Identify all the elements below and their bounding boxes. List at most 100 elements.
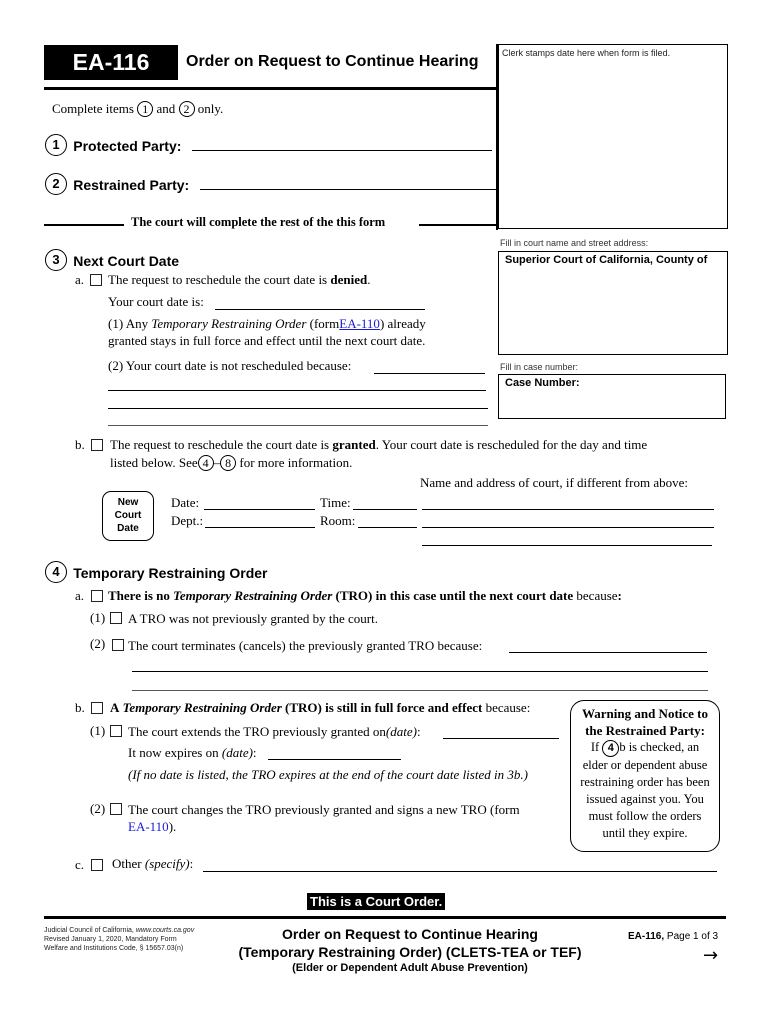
terminate-reason-field-2[interactable]	[132, 671, 708, 672]
clerk-stamp-label: Clerk stamps date here when form is file…	[502, 48, 671, 58]
p1-form-open: (form	[309, 316, 340, 331]
court-order-banner: This is a Court Order.	[307, 893, 446, 910]
reason-field-3[interactable]	[108, 408, 488, 409]
footer-title-1: Order on Request to Continue Hearing	[282, 926, 538, 942]
4b-bold1: A	[110, 700, 120, 715]
divider-line-right	[419, 224, 498, 226]
restrained-party-label: Restrained Party:	[73, 177, 190, 194]
new-time-field[interactable]	[353, 509, 417, 510]
p1-suffix: ) already	[379, 316, 426, 331]
item-number-icon: 1	[137, 101, 154, 117]
4b-opt1-checkbox[interactable]	[110, 725, 122, 737]
warning-line1: If 4b is checked, an	[571, 739, 719, 757]
court-date-field[interactable]	[215, 309, 425, 310]
item-4c-text: Other (specify):	[112, 856, 193, 872]
warning-title: Warning and Notice to the Restrained Par…	[571, 705, 719, 739]
warning-title-line2: the Restrained Party:	[585, 723, 705, 738]
item-4b-letter: b.	[75, 700, 85, 715]
alt-court-address-field-2[interactable]	[422, 527, 714, 528]
4b-opt2-checkbox[interactable]	[110, 803, 122, 815]
item-3b-checkbox[interactable]	[91, 439, 103, 451]
other-specify-field[interactable]	[203, 871, 717, 872]
warning-notice-box: Warning and Notice to the Restrained Par…	[570, 700, 720, 852]
item-number-icon: 1	[45, 134, 67, 156]
case-number-label: Case Number:	[505, 377, 580, 389]
page-indicator: EA-116, Page 1 of 3	[628, 931, 718, 942]
warning-line3: restraining order has been	[580, 775, 710, 789]
reason-field-2[interactable]	[108, 390, 486, 391]
item-3b-text: The request to reschedule the court date…	[110, 437, 647, 453]
item-3a-1-line1: (1) Any Temporary Restraining Order (for…	[108, 316, 426, 332]
item-3a-checkbox[interactable]	[90, 274, 102, 286]
court-completes-notice: The court will complete the rest of the …	[131, 215, 386, 229]
clerk-stamp-box	[498, 44, 728, 229]
item-4-heading: 4 Temporary Restraining Order	[45, 561, 268, 583]
footer-legal-info: Judicial Council of California, www.cour…	[44, 926, 194, 953]
tro-expires-date-field[interactable]	[268, 759, 401, 760]
item-number-icon: 4	[197, 455, 214, 471]
alt-court-address-label: Name and address of court, if different …	[420, 475, 688, 490]
item-number-icon: 2	[45, 173, 67, 195]
ea-110-link-2[interactable]: EA-110	[128, 819, 169, 834]
tro-expiry-note: (If no date is listed, the TRO expires a…	[128, 767, 528, 782]
item-3a-2-label: (2) Your court date is not rescheduled b…	[108, 358, 352, 373]
item-1: 1 Protected Party:	[45, 134, 181, 156]
4a-normal: because	[576, 588, 618, 603]
expires-date-hint: (date)	[221, 745, 253, 760]
intro-text: Complete items 1 and 2 only.	[52, 101, 223, 117]
next-page-arrow-icon[interactable]: →	[703, 945, 718, 966]
alt-court-address-field-1[interactable]	[422, 509, 714, 510]
item-number-icon: 4	[45, 561, 67, 583]
divider-line-left	[44, 224, 124, 226]
4a-colon: :	[617, 588, 622, 603]
reason-field-1[interactable]	[374, 373, 485, 374]
item-3b-letter: b.	[75, 437, 85, 452]
revised-line: Revised January 1, 2020, Mandatory Form	[44, 936, 177, 943]
reason-field-4[interactable]	[108, 425, 488, 426]
ea-110-link[interactable]: EA-110	[339, 316, 380, 331]
council-url: www.courts.ca.gov	[135, 927, 195, 934]
protected-party-field[interactable]	[192, 150, 492, 151]
item-3-heading: 3 Next Court Date	[45, 249, 179, 271]
4a-opt2-checkbox[interactable]	[112, 639, 124, 651]
page-number: Page 1 of 3	[666, 931, 719, 942]
item-4a-letter: a.	[75, 588, 85, 603]
new-dept-field[interactable]	[205, 527, 315, 528]
4b-italic: Temporary Restraining Order	[122, 700, 282, 715]
intro-and: and	[156, 101, 176, 116]
item-3a-letter: a.	[75, 272, 85, 287]
new-date-field[interactable]	[204, 509, 315, 510]
footer-title-3: (Elder or Dependent Adult Abuse Preventi…	[292, 962, 528, 974]
footer-title-2: (Temporary Restraining Order) (CLETS-TEA…	[238, 944, 582, 960]
restrained-party-field[interactable]	[200, 189, 496, 190]
item-3b-line2: listed below. See 4–8 for more informatio…	[110, 455, 352, 471]
court-name-address-box[interactable]	[498, 251, 728, 355]
new-room-field[interactable]	[358, 527, 417, 528]
4a-opt1-checkbox[interactable]	[110, 612, 122, 624]
new-court-date-badge: New Court Date	[102, 491, 154, 541]
court-box-label: Fill in court name and street address:	[500, 238, 649, 248]
item-4c-checkbox[interactable]	[91, 859, 103, 871]
item-3a-text: The request to reschedule the court date…	[108, 272, 370, 288]
terminate-reason-field-3[interactable]	[132, 690, 708, 691]
4b-normal: because:	[485, 700, 531, 715]
council-line: Judicial Council of California, www.cour…	[44, 926, 194, 935]
item-4b-checkbox[interactable]	[91, 702, 103, 714]
tro-granted-date-field[interactable]	[443, 738, 559, 739]
item-4a-checkbox[interactable]	[91, 590, 103, 602]
alt-court-address-field-3[interactable]	[422, 545, 712, 546]
warning-line4: issued against you. You	[586, 792, 704, 806]
item-4c-letter: c.	[75, 857, 85, 872]
specify-hint: (specify)	[144, 856, 190, 871]
expires-label: It now expires on (date):	[128, 745, 257, 761]
4a-opt1-num: (1)	[90, 610, 106, 625]
4a-opt2-num: (2)	[90, 636, 106, 651]
item-3a-denied: denied	[330, 272, 368, 287]
terminate-reason-field-1[interactable]	[509, 652, 707, 653]
warning-line2: elder or dependent abuse	[582, 758, 708, 772]
council-prefix: Judicial Council of California,	[44, 927, 134, 934]
dept-label: Dept.:	[171, 513, 204, 528]
badge-line-3: Date	[117, 523, 139, 534]
item-3a-text-before: The request to reschedule the court date…	[108, 272, 328, 287]
p1-italic: Temporary Restraining Order	[151, 316, 307, 331]
